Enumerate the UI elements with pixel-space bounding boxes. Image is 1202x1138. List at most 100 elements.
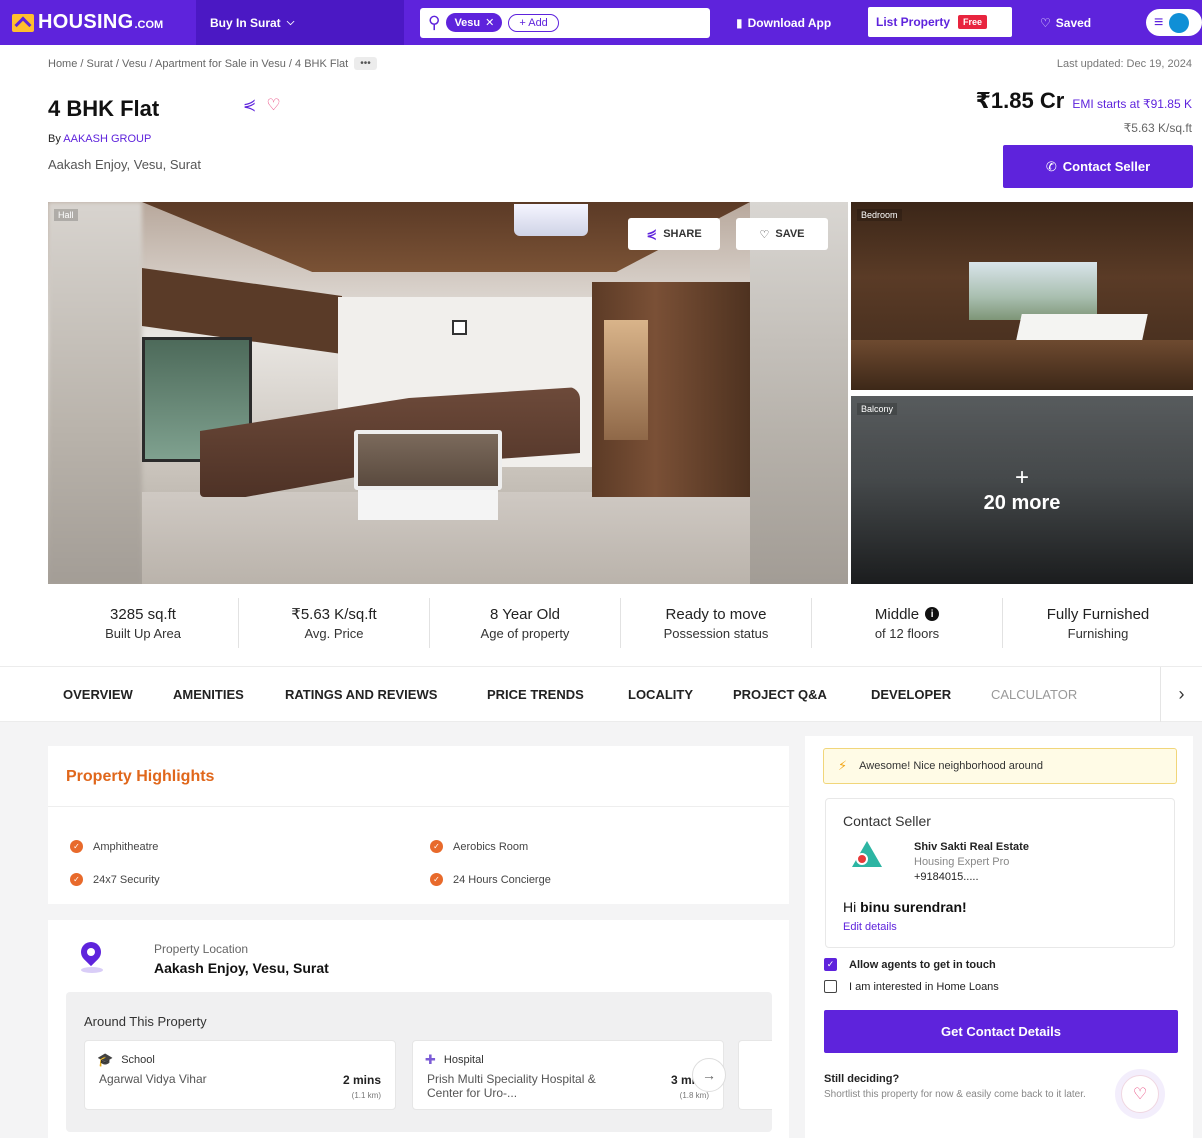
divider	[48, 806, 789, 807]
checkbox-checked[interactable]: ✓	[824, 958, 837, 971]
allow-agents-label: Allow agents to get in touch	[849, 958, 996, 971]
get-contact-details-button[interactable]: Get Contact Details	[824, 1010, 1178, 1053]
highlight-item: ✓ Aerobics Room	[430, 840, 528, 853]
shortlist-heart-button[interactable]: ♡	[1121, 1075, 1159, 1113]
download-app-label: Download App	[747, 15, 832, 30]
plus-icon: +	[1014, 463, 1029, 491]
check-icon: ✓	[70, 840, 83, 853]
main-photo-hall[interactable]: Hall ⋞ SHARE ♡ SAVE	[48, 202, 848, 584]
saved-link[interactable]: ♡ Saved	[1040, 0, 1091, 45]
greeting-prefix: Hi	[843, 899, 857, 915]
photo-clock	[452, 320, 467, 335]
price-per-sqft: ₹5.63 K/sq.ft	[1123, 121, 1192, 135]
share-button[interactable]: ⋞ SHARE	[628, 218, 720, 250]
heart-outline-icon: ♡	[759, 228, 770, 241]
breadcrumb-more-button[interactable]: •••	[354, 57, 377, 70]
home-loans-label: I am interested in Home Loans	[849, 980, 999, 993]
photo-table-base	[358, 490, 498, 520]
breadcrumb: Home / Surat / Vesu / Apartment for Sale…	[48, 57, 377, 70]
phone-icon: ▮	[736, 15, 743, 30]
photo-tag-balcony: Balcony	[857, 403, 898, 415]
contact-seller-card: Contact Seller Shiv Sakti Real Estate Ho…	[825, 798, 1175, 948]
place-type: 🎓 School	[97, 1052, 155, 1068]
info-icon[interactable]: i	[925, 607, 940, 621]
nearby-place-card-peek[interactable]	[738, 1040, 772, 1110]
contact-seller-label: Contact Seller	[1062, 159, 1151, 174]
locality-chip[interactable]: Vesu ✕	[446, 13, 503, 32]
logo-text: HOUSING	[38, 11, 134, 33]
tab-price-trends[interactable]: PRICE TRENDS	[487, 687, 584, 702]
free-badge: Free	[958, 15, 988, 29]
stat-furnishing: Fully Furnished Furnishing	[1003, 598, 1193, 648]
title-actions: ⋞ ♡	[243, 95, 281, 115]
tab-amenities[interactable]: AMENITIES	[173, 687, 244, 702]
list-property-label: List Property	[876, 15, 951, 29]
allow-agents-checkbox-row[interactable]: ✓ Allow agents to get in touch	[824, 958, 996, 971]
share-icon[interactable]: ⋞	[243, 95, 256, 115]
bedroom-photo[interactable]: Bedroom	[851, 202, 1193, 390]
nearby-place-card[interactable]: ✚ Hospital Prish Multi Speciality Hospit…	[412, 1040, 724, 1110]
logo-domain: .COM	[134, 19, 164, 31]
edit-details-link[interactable]: Edit details	[843, 921, 897, 933]
bedroom-window	[969, 262, 1097, 320]
tab-developer[interactable]: DEVELOPER	[871, 687, 951, 702]
tab-ratings-reviews[interactable]: RATINGS AND REVIEWS	[285, 687, 437, 702]
nearby-place-card[interactable]: 🎓 School Agarwal Vidya Vihar 2 mins (1.1…	[84, 1040, 396, 1110]
contact-card-title: Contact Seller	[843, 813, 931, 829]
home-loans-checkbox-row[interactable]: I am interested in Home Loans	[824, 980, 999, 993]
housing-logo[interactable]: HOUSING .COM	[0, 0, 196, 45]
tab-overview[interactable]: OVERVIEW	[63, 687, 133, 702]
save-button[interactable]: ♡ SAVE	[736, 218, 828, 250]
stat-avg-price: ₹5.63 K/sq.ft Avg. Price	[239, 598, 430, 648]
place-name: Prish Multi Speciality Hospital & Center…	[427, 1072, 596, 1100]
user-menu-button[interactable]: ≡	[1146, 9, 1202, 36]
close-icon[interactable]: ✕	[485, 16, 494, 29]
stat-value-wrap: Middle i	[812, 606, 1002, 623]
property-price: ₹1.85 Cr	[975, 88, 1065, 113]
nearby-next-button[interactable]: →	[692, 1058, 726, 1092]
location-label: Property Location	[154, 942, 249, 956]
bedroom-table	[1016, 314, 1148, 340]
last-updated: Last updated: Dec 19, 2024	[1056, 58, 1192, 70]
emi-link[interactable]: EMI starts at ₹91.85 K	[1072, 97, 1192, 111]
builder-link[interactable]: AAKASH GROUP	[63, 133, 151, 145]
highlight-label: 24 Hours Concierge	[453, 873, 551, 886]
tab-calculator[interactable]: CALCULATOR	[991, 687, 1077, 702]
location-name: Aakash Enjoy, Vesu, Surat	[154, 960, 329, 976]
agent-name: Shiv Sakti Real Estate	[914, 841, 1029, 853]
photo-chandelier	[514, 204, 588, 236]
check-icon: ✓	[430, 873, 443, 886]
logo-house-icon	[12, 13, 34, 32]
search-bar[interactable]: ⚲ Vesu ✕ + Add	[420, 7, 710, 38]
chevron-down-icon: ⌵	[286, 17, 295, 28]
location-pin-icon	[76, 937, 106, 967]
download-app-link[interactable]: ▮ Download App	[736, 0, 831, 45]
tab-locality[interactable]: LOCALITY	[628, 687, 693, 702]
buy-city-dropdown[interactable]: Buy In Surat ⌵	[196, 0, 404, 45]
highlight-label: Aerobics Room	[453, 840, 529, 853]
stat-value: ₹5.63 K/sq.ft	[291, 606, 377, 623]
pin-shadow	[81, 967, 103, 973]
avatar	[1169, 12, 1190, 33]
place-type-label: School	[121, 1054, 155, 1066]
balcony-photo[interactable]: Balcony + 20 more	[851, 396, 1193, 584]
search-icon: ⚲	[428, 12, 441, 32]
favorite-heart-icon[interactable]: ♡	[266, 95, 280, 115]
saved-label: Saved	[1055, 15, 1092, 30]
contact-seller-button[interactable]: ✆ Contact Seller	[1003, 145, 1193, 188]
place-distance: (1.1 km)	[351, 1091, 381, 1100]
tabs-next-button[interactable]: ›	[1160, 667, 1202, 722]
add-locality-button[interactable]: + Add	[508, 13, 559, 32]
agent-logo-shape	[852, 841, 882, 867]
around-property-section: Around This Property 🎓 School Agarwal Vi…	[66, 992, 772, 1132]
tab-project-qa[interactable]: PROJECT Q&A	[733, 687, 827, 702]
breadcrumb-path[interactable]: Home / Surat / Vesu / Apartment for Sale…	[48, 58, 348, 70]
heart-icon: ♡	[1040, 15, 1051, 30]
expert-badge-icon	[856, 853, 868, 865]
property-address: Aakash Enjoy, Vesu, Surat	[48, 157, 201, 172]
list-property-button[interactable]: List Property Free	[868, 7, 1012, 37]
more-photos-overlay[interactable]: + 20 more	[851, 396, 1193, 584]
arrow-right-icon: →	[702, 1067, 716, 1083]
shortlist-text: Shortlist this property for now & easily…	[824, 1089, 1086, 1100]
checkbox-unchecked[interactable]	[824, 980, 837, 993]
